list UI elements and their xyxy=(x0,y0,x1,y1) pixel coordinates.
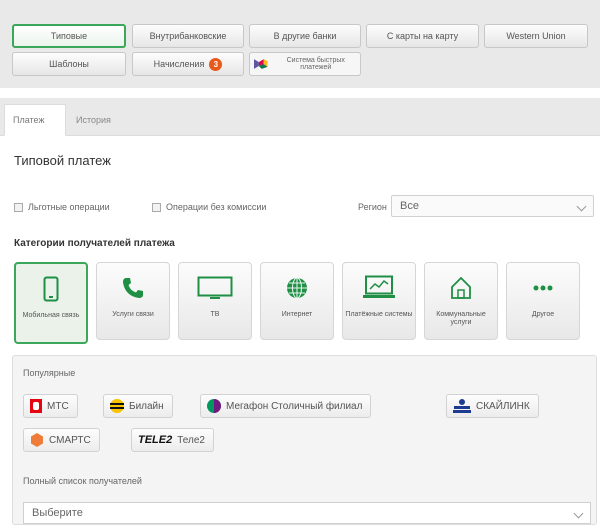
operator-label: СКАЙЛИНК xyxy=(476,400,530,412)
type-card-to-card-button[interactable]: С карты на карту xyxy=(366,24,479,48)
categories-title: Категории получателей платежа xyxy=(14,238,175,249)
recipient-select-value: Выберите xyxy=(32,507,83,519)
tab-payment[interactable]: Платеж xyxy=(4,104,66,136)
category-tv[interactable]: ТВ xyxy=(178,262,252,340)
tab-bar: Платеж История xyxy=(0,98,600,136)
checkbox-box[interactable] xyxy=(14,202,23,212)
page-title: Типовой платеж xyxy=(14,153,111,168)
beeline-logo-icon xyxy=(110,399,124,413)
templates-button[interactable]: Шаблоны xyxy=(12,52,126,76)
ellipsis-icon xyxy=(533,285,553,291)
tab-history[interactable]: История xyxy=(68,104,134,136)
chevron-down-icon xyxy=(573,508,584,519)
megafon-logo-icon xyxy=(207,399,221,413)
payment-type-toolbar: Типовые Внутрибанковские В другие банки … xyxy=(0,0,600,88)
operator-tele2[interactable]: TELE2 Теле2 xyxy=(131,428,214,452)
region-select[interactable]: Все xyxy=(391,195,594,217)
no-commission-checkbox[interactable]: Операции без комиссии xyxy=(152,202,266,212)
type-typical-button[interactable]: Типовые xyxy=(12,24,126,48)
type-western-union-button[interactable]: Western Union xyxy=(484,24,588,48)
category-label: Мобильная связь xyxy=(22,312,80,319)
region-label: Регион xyxy=(358,202,387,212)
operator-skylink[interactable]: СКАЙЛИНК xyxy=(446,394,539,418)
category-label: Услуги связи xyxy=(112,311,154,318)
operator-label: Билайн xyxy=(129,400,164,412)
category-utilities[interactable]: Коммунальные услуги xyxy=(424,262,498,340)
no-commission-label: Операции без комиссии xyxy=(166,202,267,212)
globe-icon xyxy=(287,277,307,299)
operator-label: СМАРТС xyxy=(49,434,91,446)
recipients-panel: Популярные МТС Билайн Мегафон Столичный … xyxy=(12,355,597,525)
operator-label: Мегафон Столичный филиал xyxy=(226,400,363,412)
operator-label: МТС xyxy=(47,400,69,412)
type-other-banks-button[interactable]: В другие банки xyxy=(249,24,361,48)
category-telecom[interactable]: Услуги связи xyxy=(96,262,170,340)
recipient-select[interactable]: Выберите xyxy=(23,502,591,524)
category-mobile[interactable]: Мобильная связь xyxy=(14,262,88,344)
operator-label: Теле2 xyxy=(177,434,205,446)
category-other[interactable]: Другое xyxy=(506,262,580,340)
operator-beeline[interactable]: Билайн xyxy=(103,394,173,418)
popular-label: Популярные xyxy=(23,368,76,378)
house-icon xyxy=(451,276,471,299)
skylink-logo-icon xyxy=(453,399,471,413)
checkbox-box[interactable] xyxy=(152,202,161,212)
type-intrabank-button[interactable]: Внутрибанковские xyxy=(132,24,244,48)
region-value: Все xyxy=(400,200,419,212)
category-payment-systems[interactable]: Платёжные системы xyxy=(342,262,416,340)
category-label: Интернет xyxy=(281,311,313,318)
sbp-label: Система быстрых платежей xyxy=(286,57,345,71)
charges-count-badge: 3 xyxy=(209,57,223,71)
operator-mts[interactable]: МТС xyxy=(23,394,78,418)
sbp-logo-icon xyxy=(254,59,268,69)
sbp-button[interactable]: Система быстрых платежей xyxy=(249,52,361,76)
operator-smarts[interactable]: СМАРТС xyxy=(23,428,100,452)
tv-icon xyxy=(197,276,233,299)
preferential-label: Льготные операции xyxy=(28,202,110,212)
chevron-down-icon xyxy=(576,201,587,212)
preferential-checkbox[interactable]: Льготные операции xyxy=(14,202,110,212)
charges-label: Начисления xyxy=(153,59,205,69)
payment-screen-icon xyxy=(363,275,395,298)
category-internet[interactable]: Интернет xyxy=(260,262,334,340)
operator-megafon[interactable]: Мегафон Столичный филиал xyxy=(200,394,372,418)
mobile-phone-icon xyxy=(43,276,59,302)
charges-button[interactable]: Начисления 3 xyxy=(132,52,244,76)
mts-logo-icon xyxy=(30,399,42,413)
smarts-logo-icon xyxy=(31,433,43,447)
category-label: ТВ xyxy=(210,311,220,318)
category-label: Платёжные системы xyxy=(345,311,413,318)
tele2-logo-icon: TELE2 xyxy=(138,434,173,446)
filters-row: Льготные операции Операции без комиссии … xyxy=(14,195,594,217)
category-label: Коммунальные услуги xyxy=(436,311,486,326)
category-label: Другое xyxy=(531,311,555,318)
telephone-handset-icon xyxy=(123,278,143,298)
full-list-label: Полный список получателей xyxy=(23,476,142,486)
